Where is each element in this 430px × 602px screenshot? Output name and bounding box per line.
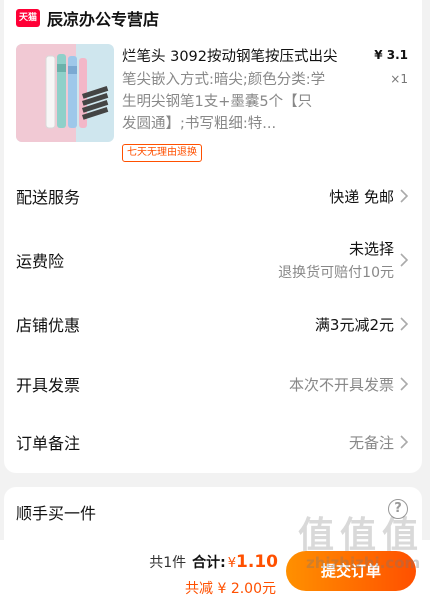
coupon-label: 店铺优惠 [16, 316, 81, 335]
checkout-bar: 共1件 合计: ¥ 1.10 共减 ¥ 2.00元 提交订单 [0, 540, 430, 602]
coupon-value: 满3元减2元 [314, 315, 394, 334]
spec-line: 笔尖嵌入方式:暗尖;颜色分类:学 [122, 72, 326, 88]
spec-line: 生明尖钢笔1支+墨囊5个【只 [122, 94, 313, 110]
return-policy-tag: 七天无理由退换 [122, 144, 202, 162]
spec-line: 发圆通】;书写粗细:特... [122, 116, 277, 132]
delivery-label: 配送服务 [16, 188, 81, 207]
row-shipping-insurance[interactable]: 运费险 未选择 退换货可赔付10元 [16, 238, 408, 282]
chevron-right-icon [400, 189, 408, 203]
tmall-icon: 天猫 [16, 9, 40, 27]
addon-title: 顺手买一件 [16, 504, 97, 523]
insurance-value-block: 未选择 退换货可赔付10元 [278, 238, 394, 282]
product-image[interactable] [16, 44, 114, 142]
row-order-note[interactable]: 订单备注 无备注 [16, 430, 408, 454]
total-label: 合计: [192, 555, 226, 571]
insurance-value: 未选择 [348, 240, 394, 258]
note-label: 订单备注 [16, 434, 81, 453]
invoice-value: 本次不开具发票 [288, 375, 394, 394]
order-card: 天猫 辰凉办公专营店 烂笔头 3092按动钢笔按压式出尖 ¥ 3.1 ×1 笔尖… [4, 0, 422, 473]
store-header[interactable]: 天猫 辰凉办公专营店 [16, 6, 159, 30]
total-summary: 共1件 合计: ¥ 1.10 [149, 552, 278, 572]
product-quantity: ×1 [390, 72, 408, 86]
chevron-right-icon [400, 317, 408, 331]
row-delivery[interactable]: 配送服务 快递 免邮 [16, 184, 408, 208]
chevron-right-icon [400, 253, 408, 267]
help-icon[interactable]: ? [388, 499, 408, 519]
row-invoice[interactable]: 开具发票 本次不开具发票 [16, 372, 408, 396]
currency-symbol: ¥ [227, 556, 237, 571]
product-spec[interactable]: 笔尖嵌入方式:暗尖;颜色分类:学 生明尖钢笔1支+墨囊5个【只 发圆通】;书写粗… [122, 69, 362, 135]
submit-order-button[interactable]: 提交订单 [286, 551, 416, 591]
insurance-label: 运费险 [16, 252, 65, 271]
note-value: 无备注 [348, 433, 394, 452]
row-store-coupon[interactable]: 店铺优惠 满3元减2元 [16, 312, 408, 336]
chevron-right-icon [400, 435, 408, 449]
item-count: 共1件 [149, 555, 187, 571]
product-price: ¥ 3.1 [374, 48, 408, 62]
product-title[interactable]: 烂笔头 3092按动钢笔按压式出尖 [122, 45, 372, 66]
chevron-right-icon [400, 377, 408, 391]
total-amount: 1.10 [236, 552, 278, 572]
insurance-sub: 退换货可赔付10元 [278, 265, 394, 281]
delivery-value: 快递 免邮 [329, 187, 394, 206]
discount-summary: 共减 ¥ 2.00元 [185, 581, 276, 597]
invoice-label: 开具发票 [16, 376, 81, 395]
store-name[interactable]: 辰凉办公专营店 [47, 6, 159, 30]
